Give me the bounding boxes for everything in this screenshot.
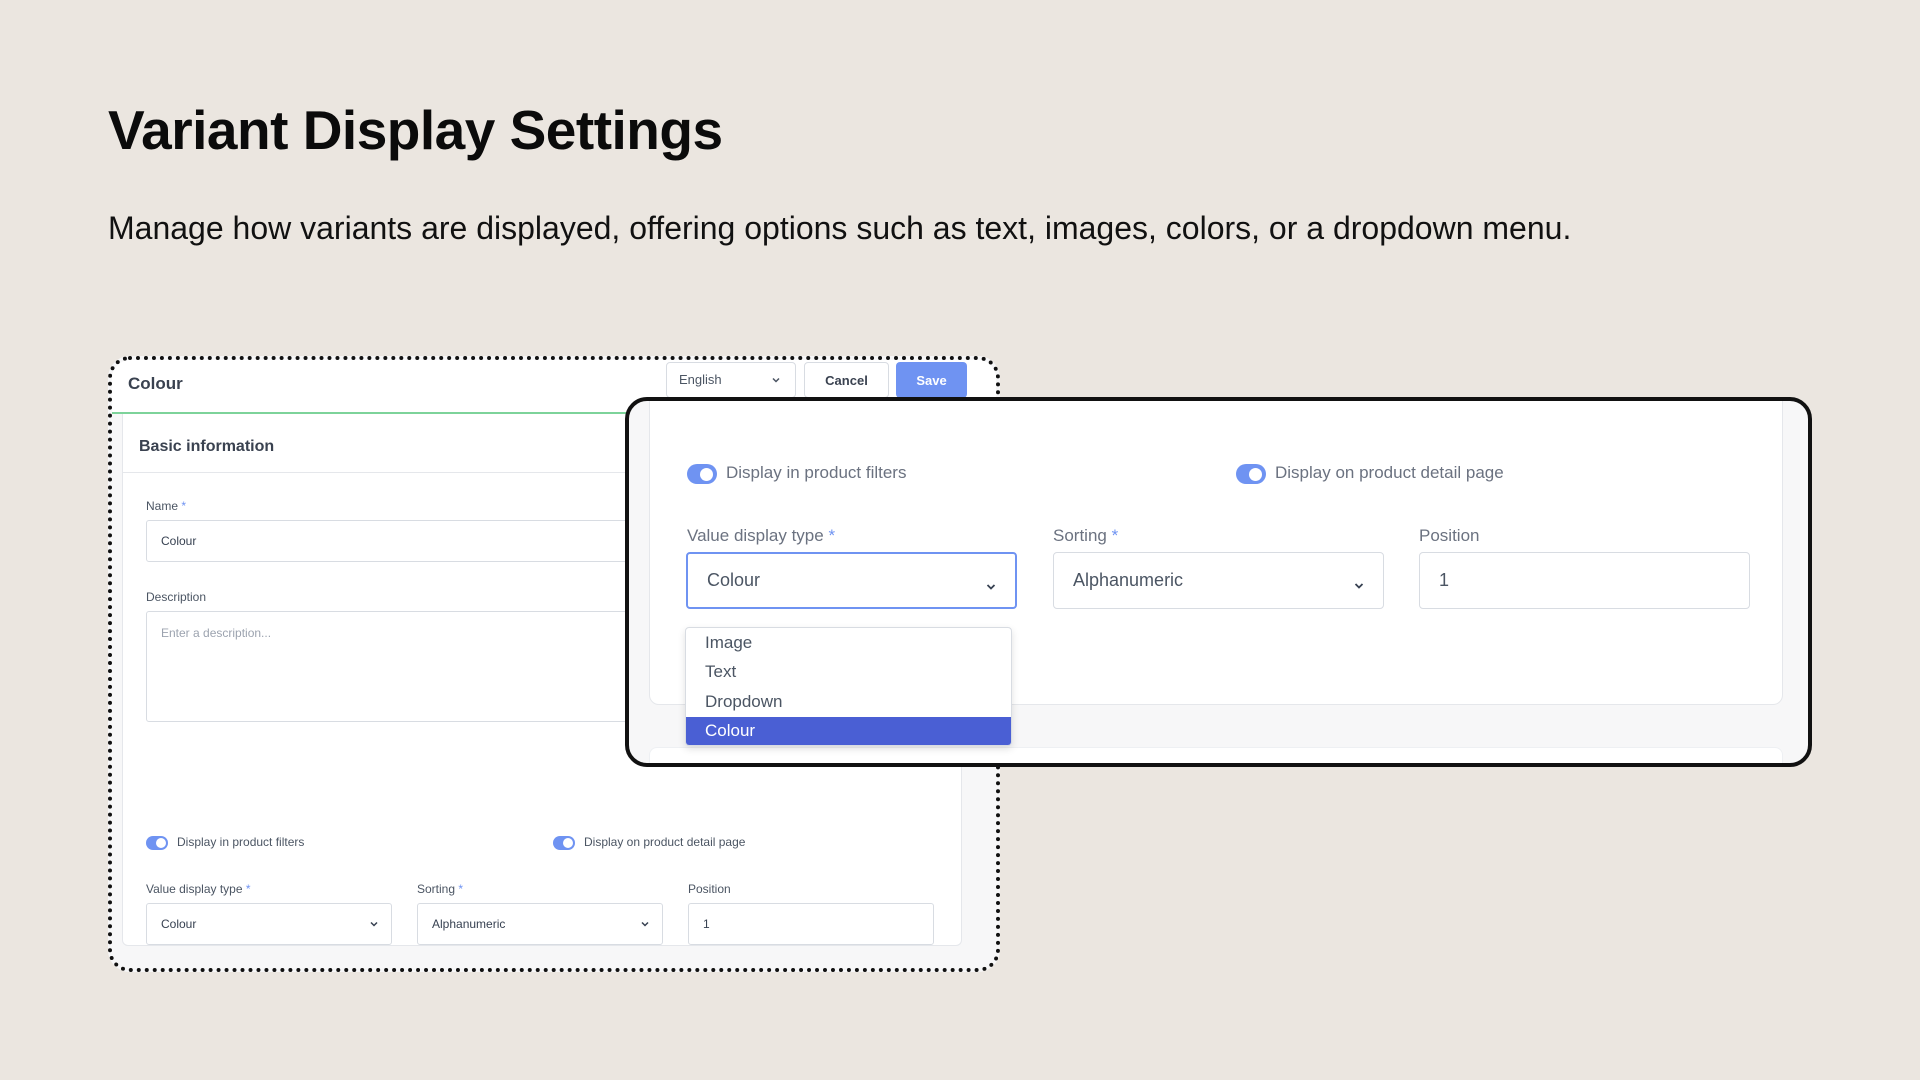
zoom-sorting-label: Sorting * bbox=[1053, 526, 1118, 546]
zoom-sorting-label-text: Sorting bbox=[1053, 526, 1107, 545]
zoom-sorting-value: Alphanumeric bbox=[1073, 570, 1184, 590]
position-label: Position bbox=[688, 882, 731, 896]
dropdown-option-text[interactable]: Text bbox=[686, 658, 1011, 688]
zoom-value-display-type-select[interactable]: Colour bbox=[686, 552, 1017, 609]
description-field-label: Description bbox=[146, 590, 207, 604]
dropdown-option-colour[interactable]: Colour bbox=[686, 716, 1011, 745]
page-title: Variant Display Settings bbox=[108, 99, 723, 161]
value-display-type-dropdown-menu: Image Text Dropdown Colour bbox=[685, 627, 1012, 746]
value-display-type-value: Colour bbox=[161, 917, 197, 931]
chevron-down-icon bbox=[985, 577, 997, 598]
name-field-label: Name * bbox=[146, 499, 186, 513]
chevron-down-icon bbox=[369, 918, 379, 932]
zoom-product-filters-toggle[interactable] bbox=[687, 464, 717, 484]
zoom-product-filters-toggle-label: Display in product filters bbox=[726, 463, 907, 482]
description-textarea[interactable]: Enter a description... bbox=[146, 611, 666, 722]
dropdown-option-dropdown[interactable]: Dropdown bbox=[686, 687, 1011, 717]
required-marker: * bbox=[181, 499, 187, 513]
sorting-value: Alphanumeric bbox=[432, 917, 506, 931]
chevron-down-icon bbox=[1353, 576, 1365, 597]
zoom-product-detail-page-toggle-label: Display on product detail page bbox=[1275, 463, 1504, 482]
page-subtitle: Manage how variants are displayed, offer… bbox=[108, 210, 1572, 246]
name-input[interactable]: Colour bbox=[146, 520, 666, 562]
name-label-text: Name bbox=[146, 499, 179, 513]
zoom-value-display-type-value: Colour bbox=[707, 570, 761, 590]
sorting-select[interactable]: Alphanumeric bbox=[417, 903, 663, 945]
zoom-sorting-select[interactable]: Alphanumeric bbox=[1053, 552, 1384, 609]
product-filters-toggle[interactable] bbox=[146, 836, 168, 850]
chevron-down-icon bbox=[640, 918, 650, 932]
zoom-position-label: Position bbox=[1419, 526, 1480, 545]
zoom-product-detail-page-toggle[interactable] bbox=[1236, 464, 1266, 484]
language-value: English bbox=[679, 372, 722, 387]
zoom-value-display-type-label-text: Value display type bbox=[687, 526, 824, 545]
save-button[interactable]: Save bbox=[896, 362, 967, 398]
sorting-label: Sorting * bbox=[417, 882, 463, 896]
entity-name: Colour bbox=[128, 374, 183, 393]
required-marker: * bbox=[828, 526, 836, 545]
required-marker: * bbox=[245, 882, 251, 896]
section-title: Basic information bbox=[139, 438, 275, 455]
zoom-value-display-type-label: Value display type * bbox=[687, 526, 835, 546]
zoomed-next-card-edge bbox=[649, 747, 1783, 763]
product-detail-page-toggle[interactable] bbox=[553, 836, 575, 850]
value-display-type-label: Value display type * bbox=[146, 882, 251, 896]
sorting-label-text: Sorting bbox=[417, 882, 456, 896]
chevron-down-icon bbox=[771, 373, 781, 388]
value-display-type-select[interactable]: Colour bbox=[146, 903, 392, 945]
value-display-type-label-text: Value display type bbox=[146, 882, 243, 896]
zoom-position-input[interactable]: 1 bbox=[1419, 552, 1750, 609]
product-detail-page-toggle-label: Display on product detail page bbox=[584, 835, 746, 849]
dropdown-option-image[interactable]: Image bbox=[686, 628, 1011, 658]
required-marker: * bbox=[458, 882, 464, 896]
position-input[interactable]: 1 bbox=[688, 903, 934, 945]
language-select[interactable]: English bbox=[666, 362, 796, 398]
product-filters-toggle-label: Display in product filters bbox=[177, 835, 305, 849]
cancel-button[interactable]: Cancel bbox=[804, 362, 889, 398]
required-marker: * bbox=[1111, 526, 1119, 545]
